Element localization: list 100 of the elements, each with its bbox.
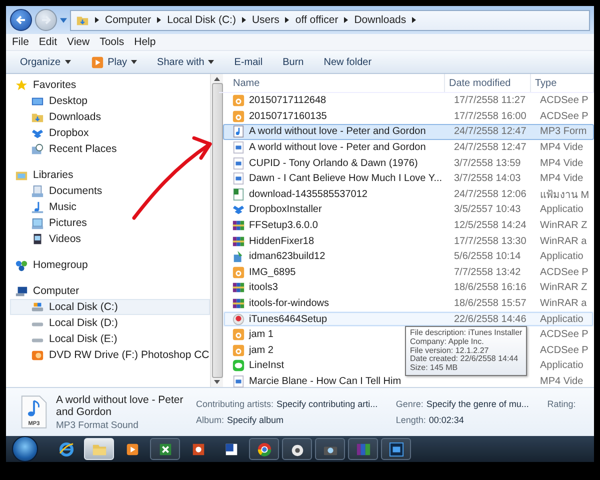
navigation-item[interactable]: Local Disk (C:) xyxy=(10,299,210,315)
image-file-icon xyxy=(232,94,245,108)
file-name[interactable]: jam 2 xyxy=(249,344,274,356)
toolbar-button[interactable]: E-mail xyxy=(226,53,271,71)
tooltip-line: File description: iTunes Installer xyxy=(410,329,522,338)
date-modified: 3/7/2558 13:59 xyxy=(454,158,521,169)
file-name[interactable]: jam 1 xyxy=(249,329,274,340)
archive-icon xyxy=(232,281,245,294)
computer-icon xyxy=(15,284,28,298)
file-name[interactable]: itools-for-windows xyxy=(249,298,330,310)
menu-item[interactable]: Tools xyxy=(96,36,128,48)
video-file-icon xyxy=(232,141,245,154)
file-name[interactable]: download-1435585537012 xyxy=(249,188,368,200)
file-name[interactable]: CUPID - Tony Orlando & Dawn (1976) xyxy=(249,158,418,169)
forward-arrow-icon xyxy=(40,14,52,26)
property-value[interactable]: Specify album xyxy=(227,415,284,425)
file-name[interactable]: 20150717160135 xyxy=(249,110,327,122)
menu-item[interactable]: Help xyxy=(130,36,160,48)
file-name[interactable]: idman623build12 xyxy=(249,251,326,262)
menu-item[interactable]: Edit xyxy=(34,36,62,48)
navigation-item[interactable]: Favorites xyxy=(10,77,210,93)
file-row[interactable]: A world without love - Peter and Gordon 24/7/2558 12:47 MP3 Form xyxy=(223,124,594,140)
property-value[interactable]: Specify the genre of mu... xyxy=(426,399,529,409)
tooltip-line: Company: Apple Inc. xyxy=(410,338,485,347)
navigation-item[interactable]: Homegroup xyxy=(10,257,210,273)
address-field[interactable]: Computer Local Disk (C:) Users off officer Downloads xyxy=(70,10,590,30)
navigation-item[interactable]: Local Disk (E:) xyxy=(10,331,210,347)
breadcrumb-arrow-icon[interactable] xyxy=(242,17,246,23)
scroll-down-icon[interactable] xyxy=(214,380,220,384)
property-label: Contributing artists: xyxy=(196,399,274,409)
breadcrumb-arrow-icon[interactable] xyxy=(344,17,348,23)
breadcrumb-item[interactable]: Computer xyxy=(105,14,152,26)
file-name[interactable]: itools3 xyxy=(249,282,278,294)
navigation-item[interactable]: Libraries xyxy=(10,167,210,183)
image-file-icon xyxy=(232,328,245,342)
file-name[interactable]: DropboxInstaller xyxy=(249,204,322,216)
file-name[interactable]: IMG_6895 xyxy=(249,266,296,278)
start-button[interactable] xyxy=(12,436,38,462)
navigation-item[interactable]: Desktop xyxy=(10,93,210,109)
breadcrumb-item[interactable]: off officer xyxy=(295,14,338,26)
file-name[interactable]: FFSetup3.6.0.0 xyxy=(249,220,318,232)
breadcrumb-arrow-icon[interactable] xyxy=(95,17,99,23)
file-type: MP4 Vide xyxy=(540,173,584,184)
file-name[interactable]: Marcie Blane - How Can I Tell Him xyxy=(249,376,402,387)
file-type: MP4 Vide xyxy=(540,158,584,169)
navigation-item[interactable]: DVD RW Drive (F:) Photoshop CC xyxy=(10,347,210,363)
image-file-icon xyxy=(232,110,245,123)
archive-icon xyxy=(232,297,245,310)
file-name[interactable]: Dawn - I Cant Believe How Much I Love Y... xyxy=(249,173,442,184)
breadcrumb-item[interactable]: Local Disk (C:) xyxy=(167,14,236,26)
date-modified: 5/6/2558 10:14 xyxy=(454,251,521,262)
breadcrumb-arrow-icon[interactable] xyxy=(285,17,290,23)
navigation-item[interactable]: Documents xyxy=(10,183,210,199)
toolbar-button[interactable]: Play xyxy=(82,53,146,71)
breadcrumb-arrow-icon[interactable] xyxy=(412,17,416,23)
archive-icon xyxy=(232,234,245,248)
toolbar-button[interactable]: Organize xyxy=(12,53,79,71)
date-modified: 3/5/2557 10:43 xyxy=(454,204,521,216)
navigation-item[interactable]: Recent Places xyxy=(10,141,210,157)
column-header[interactable]: Date modified xyxy=(445,74,531,92)
navigation-item[interactable]: Computer xyxy=(10,283,210,299)
file-name[interactable]: HiddenFixer18 xyxy=(249,236,314,247)
column-header[interactable]: Type xyxy=(531,74,594,92)
back-button[interactable] xyxy=(10,9,32,31)
property-value[interactable]: Specify contributing arti... xyxy=(276,399,378,409)
navigation-item[interactable]: Videos xyxy=(10,231,210,247)
taskbar-button[interactable] xyxy=(249,438,279,460)
file-name[interactable]: LineInst xyxy=(249,360,284,372)
document-icon xyxy=(31,184,44,198)
column-header[interactable]: Name xyxy=(219,74,445,92)
navigation-item[interactable]: Music xyxy=(10,199,210,215)
date-modified: 17/7/2558 13:30 xyxy=(454,236,526,247)
drive-icon xyxy=(31,300,44,314)
navigation-item[interactable]: Downloads xyxy=(10,109,210,125)
breadcrumb-item[interactable]: Users xyxy=(252,14,280,26)
breadcrumb-arrow-icon[interactable] xyxy=(157,17,162,23)
date-modified: 17/7/2558 16:00 xyxy=(454,110,526,122)
video-file-icon xyxy=(232,374,245,388)
menu-item[interactable]: View xyxy=(63,36,94,48)
navigation-item[interactable]: Dropbox xyxy=(10,125,210,141)
date-modified: 18/6/2558 15:57 xyxy=(454,298,526,310)
toolbar-button[interactable]: Share with xyxy=(149,53,222,71)
scroll-up-icon[interactable] xyxy=(214,77,220,81)
navigation-item[interactable]: Pictures xyxy=(10,215,210,231)
taskbar-button[interactable] xyxy=(282,438,312,460)
file-row[interactable]: iTunes6464Setup 22/6/2558 14:46 Applicatio xyxy=(223,311,594,327)
taskbar-button[interactable] xyxy=(150,438,180,460)
toolbar-button[interactable]: Burn xyxy=(274,53,312,71)
file-name[interactable]: A world without love - Peter and Gordon xyxy=(249,142,426,154)
browser-icon xyxy=(256,442,272,456)
recent-pages-dropdown-icon[interactable] xyxy=(60,18,67,22)
scrollbar[interactable] xyxy=(210,74,224,387)
file-name[interactable]: 20150717112648 xyxy=(249,95,326,106)
taskbar-button[interactable] xyxy=(315,438,345,460)
date-modified: 24/7/2558 12:47 xyxy=(454,126,526,138)
property-value[interactable]: 00:02:34 xyxy=(428,415,464,425)
toolbar-button[interactable]: New folder xyxy=(316,53,380,71)
navigation-item[interactable]: Local Disk (D:) xyxy=(10,315,210,331)
menu-item[interactable]: File xyxy=(8,36,33,48)
breadcrumb-item[interactable]: Downloads xyxy=(354,14,406,26)
